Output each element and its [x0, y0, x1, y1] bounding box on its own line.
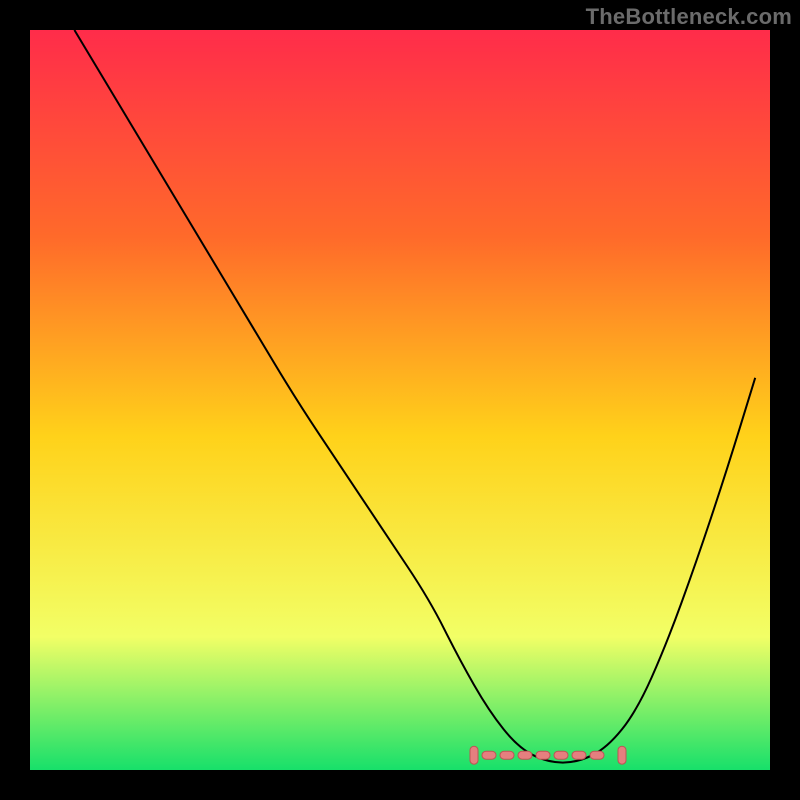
watermark-text: TheBottleneck.com — [586, 4, 792, 30]
bottleneck-chart — [0, 0, 800, 800]
chart-stage: TheBottleneck.com — [0, 0, 800, 800]
